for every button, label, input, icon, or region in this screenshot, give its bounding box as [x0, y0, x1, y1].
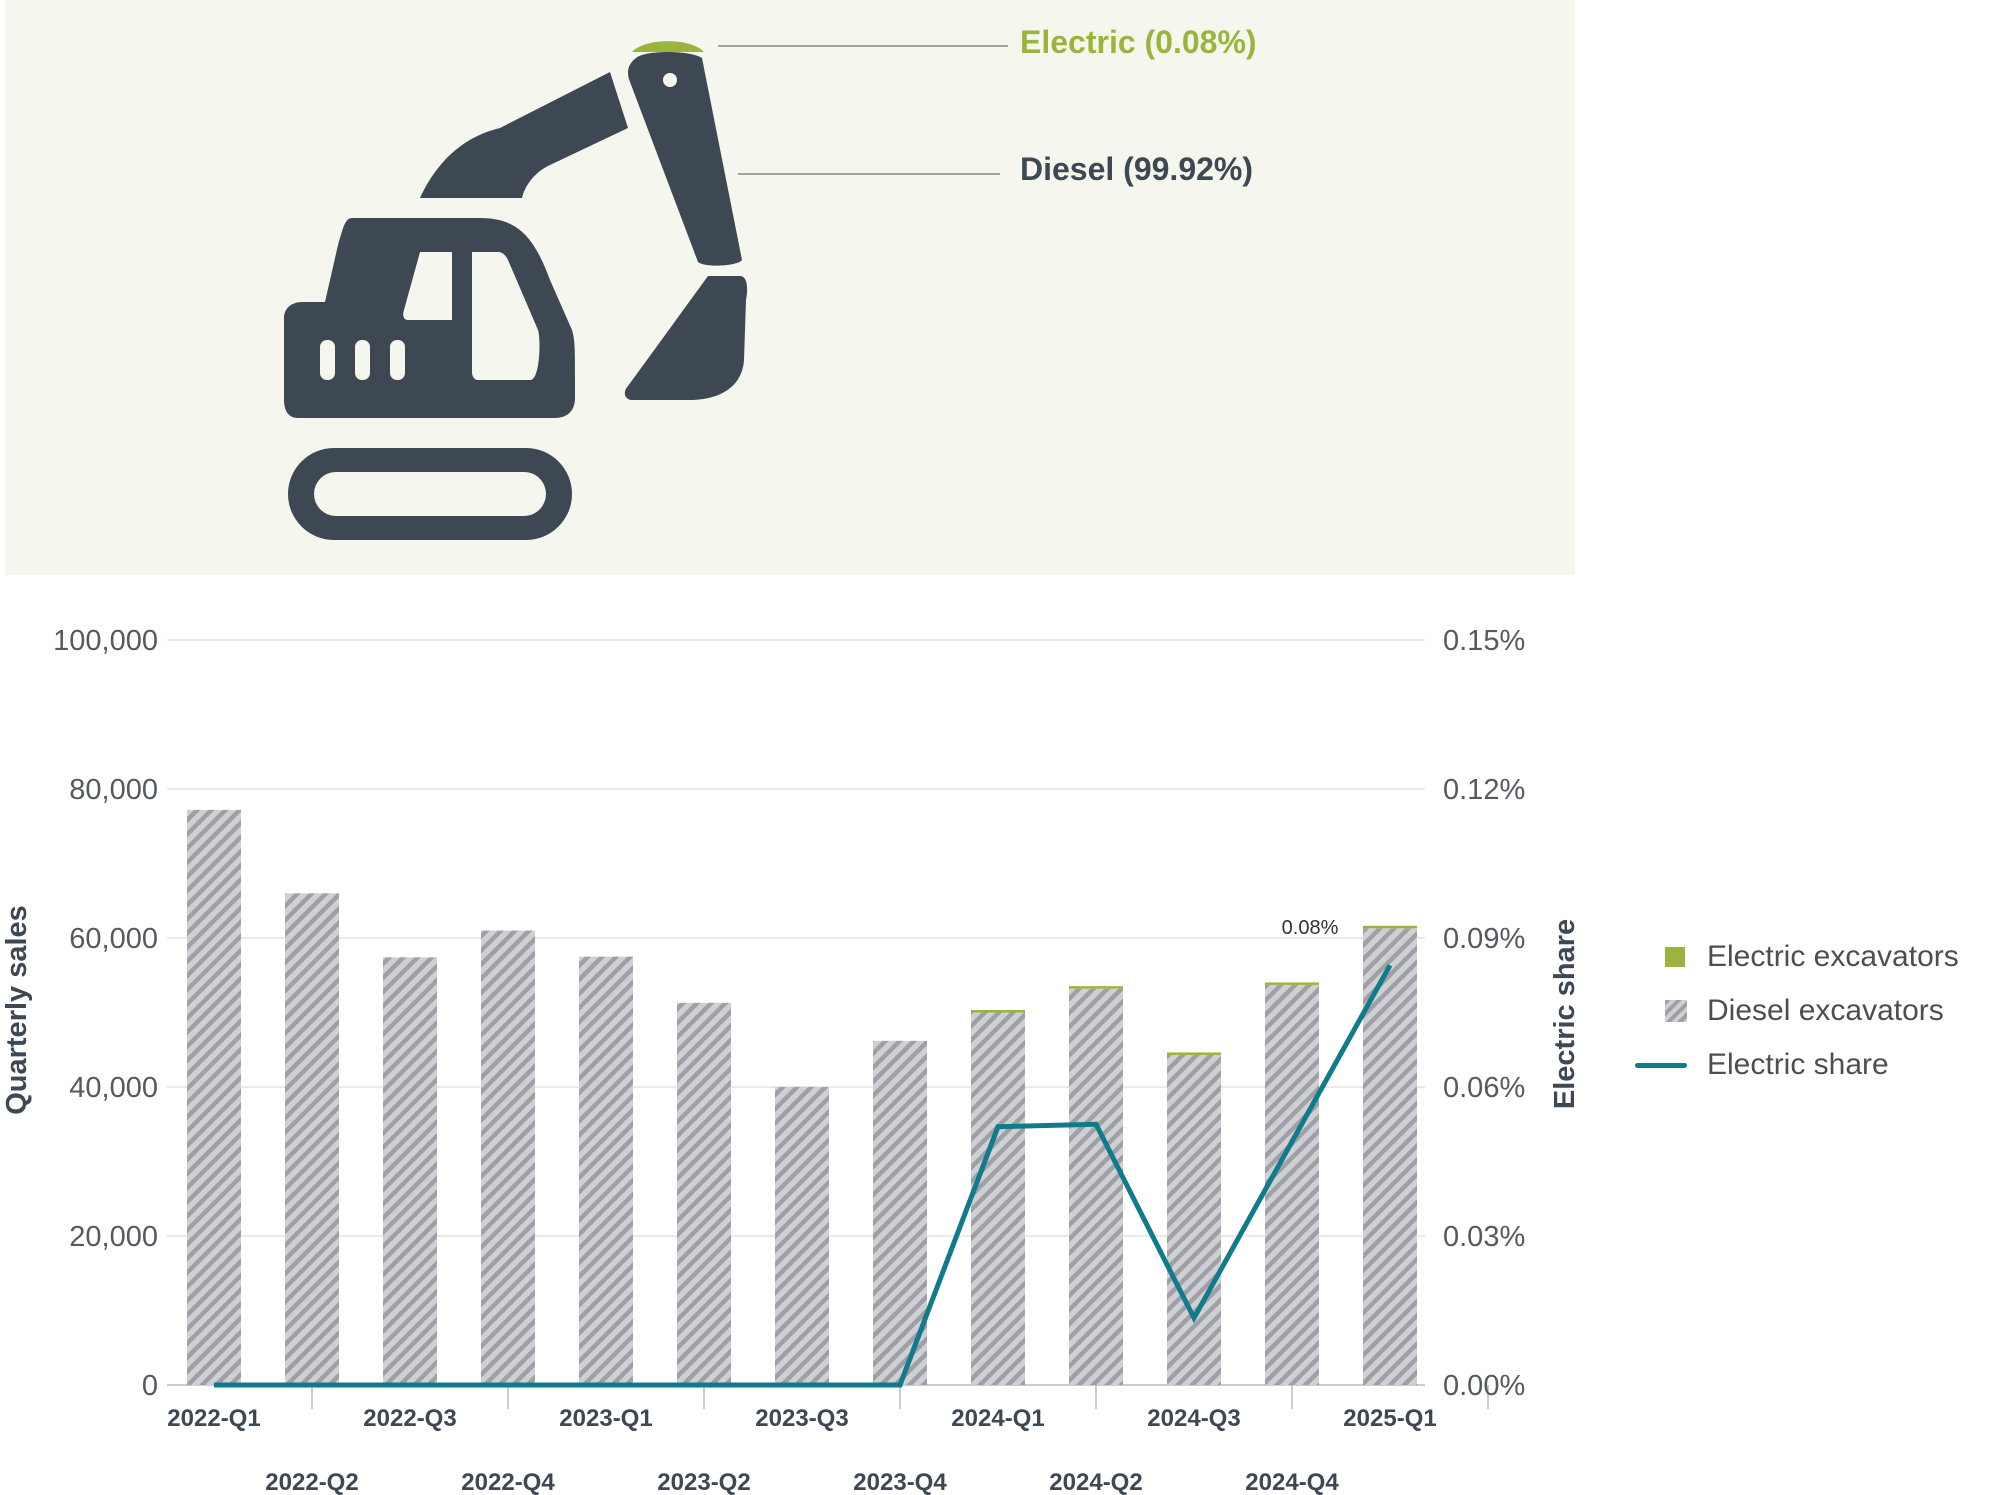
x-tick-label: 2022-Q4	[461, 1469, 555, 1495]
x-tick-label: 2023-Q1	[559, 1405, 652, 1432]
y2-tick-label: 0.15%	[1443, 625, 1525, 657]
bar-electric	[1265, 982, 1319, 985]
x-tick-label: 2022-Q2	[265, 1469, 358, 1495]
bar-diesel	[1069, 988, 1123, 1385]
bar-diesel	[481, 930, 535, 1385]
bar-electric	[971, 1010, 1025, 1013]
legend-item-electric: Electric excavators	[1635, 930, 1959, 984]
legend-label-share: Electric share	[1707, 1048, 1889, 1081]
y-axis-title: Quarterly sales	[1, 905, 33, 1115]
y-tick-label: 100,000	[53, 625, 158, 657]
x-tick-label: 2024-Q2	[1049, 1469, 1142, 1495]
y-tick-label: 20,000	[69, 1221, 158, 1253]
legend-label-diesel: Diesel excavators	[1707, 994, 1944, 1027]
bar-diesel	[1167, 1054, 1221, 1385]
y2-tick-label: 0.12%	[1443, 774, 1525, 806]
bar-diesel	[285, 893, 339, 1385]
y-tick-label: 60,000	[69, 923, 158, 955]
bar-diesel	[775, 1087, 829, 1385]
y2-tick-label: 0.03%	[1443, 1221, 1525, 1253]
callout-diesel: Diesel (99.92%)	[1020, 151, 1254, 187]
excavator-icon	[284, 41, 748, 540]
data-label-annotation: 0.08%	[1282, 917, 1339, 939]
y-tick-label: 0	[142, 1370, 158, 1402]
x-tick-label: 2024-Q3	[1147, 1405, 1240, 1432]
x-tick-label: 2024-Q1	[951, 1405, 1044, 1432]
x-tick-label: 2022-Q1	[167, 1405, 260, 1432]
legend-swatch-electric	[1665, 947, 1685, 967]
legend-item-share: Electric share	[1635, 1038, 1959, 1092]
bar-electric	[1363, 925, 1417, 929]
x-tick-label: 2025-Q1	[1343, 1405, 1436, 1432]
x-tick-label: 2023-Q3	[755, 1405, 848, 1432]
legend: Electric excavators Diesel excavators El…	[1635, 930, 1959, 1092]
bar-diesel	[971, 1012, 1025, 1385]
bar-diesel	[579, 956, 633, 1385]
legend-label-electric: Electric excavators	[1707, 940, 1959, 973]
bar-diesel	[383, 957, 437, 1385]
legend-swatch-share	[1635, 1062, 1687, 1068]
bar-diesel	[187, 809, 241, 1385]
y2-tick-label: 0.09%	[1443, 923, 1525, 955]
y2-axis-title: Electric share	[1549, 919, 1581, 1109]
y-tick-label: 80,000	[69, 774, 158, 806]
chart: 0 0.00% 20,000 0.03% 40,000 0.06% 60,000 0.09% 8…	[1, 41, 1581, 1495]
bar-diesel	[677, 1002, 731, 1385]
bar-electric	[1167, 1052, 1221, 1055]
x-tick-label: 2024-Q4	[1245, 1469, 1339, 1495]
y2-tick-label: 0.00%	[1443, 1370, 1525, 1402]
y-tick-label: 40,000	[69, 1072, 158, 1104]
legend-item-diesel: Diesel excavators	[1635, 984, 1959, 1038]
x-tick-label: 2023-Q4	[853, 1469, 947, 1495]
x-tick-label: 2022-Q3	[363, 1405, 456, 1432]
bar-electric	[1069, 986, 1123, 989]
legend-swatch-diesel	[1665, 1000, 1687, 1022]
bar-diesel	[1265, 984, 1319, 1385]
y2-tick-label: 0.06%	[1443, 1072, 1525, 1104]
callout-electric: Electric (0.08%)	[1020, 24, 1257, 60]
x-tick-label: 2023-Q2	[657, 1469, 750, 1495]
